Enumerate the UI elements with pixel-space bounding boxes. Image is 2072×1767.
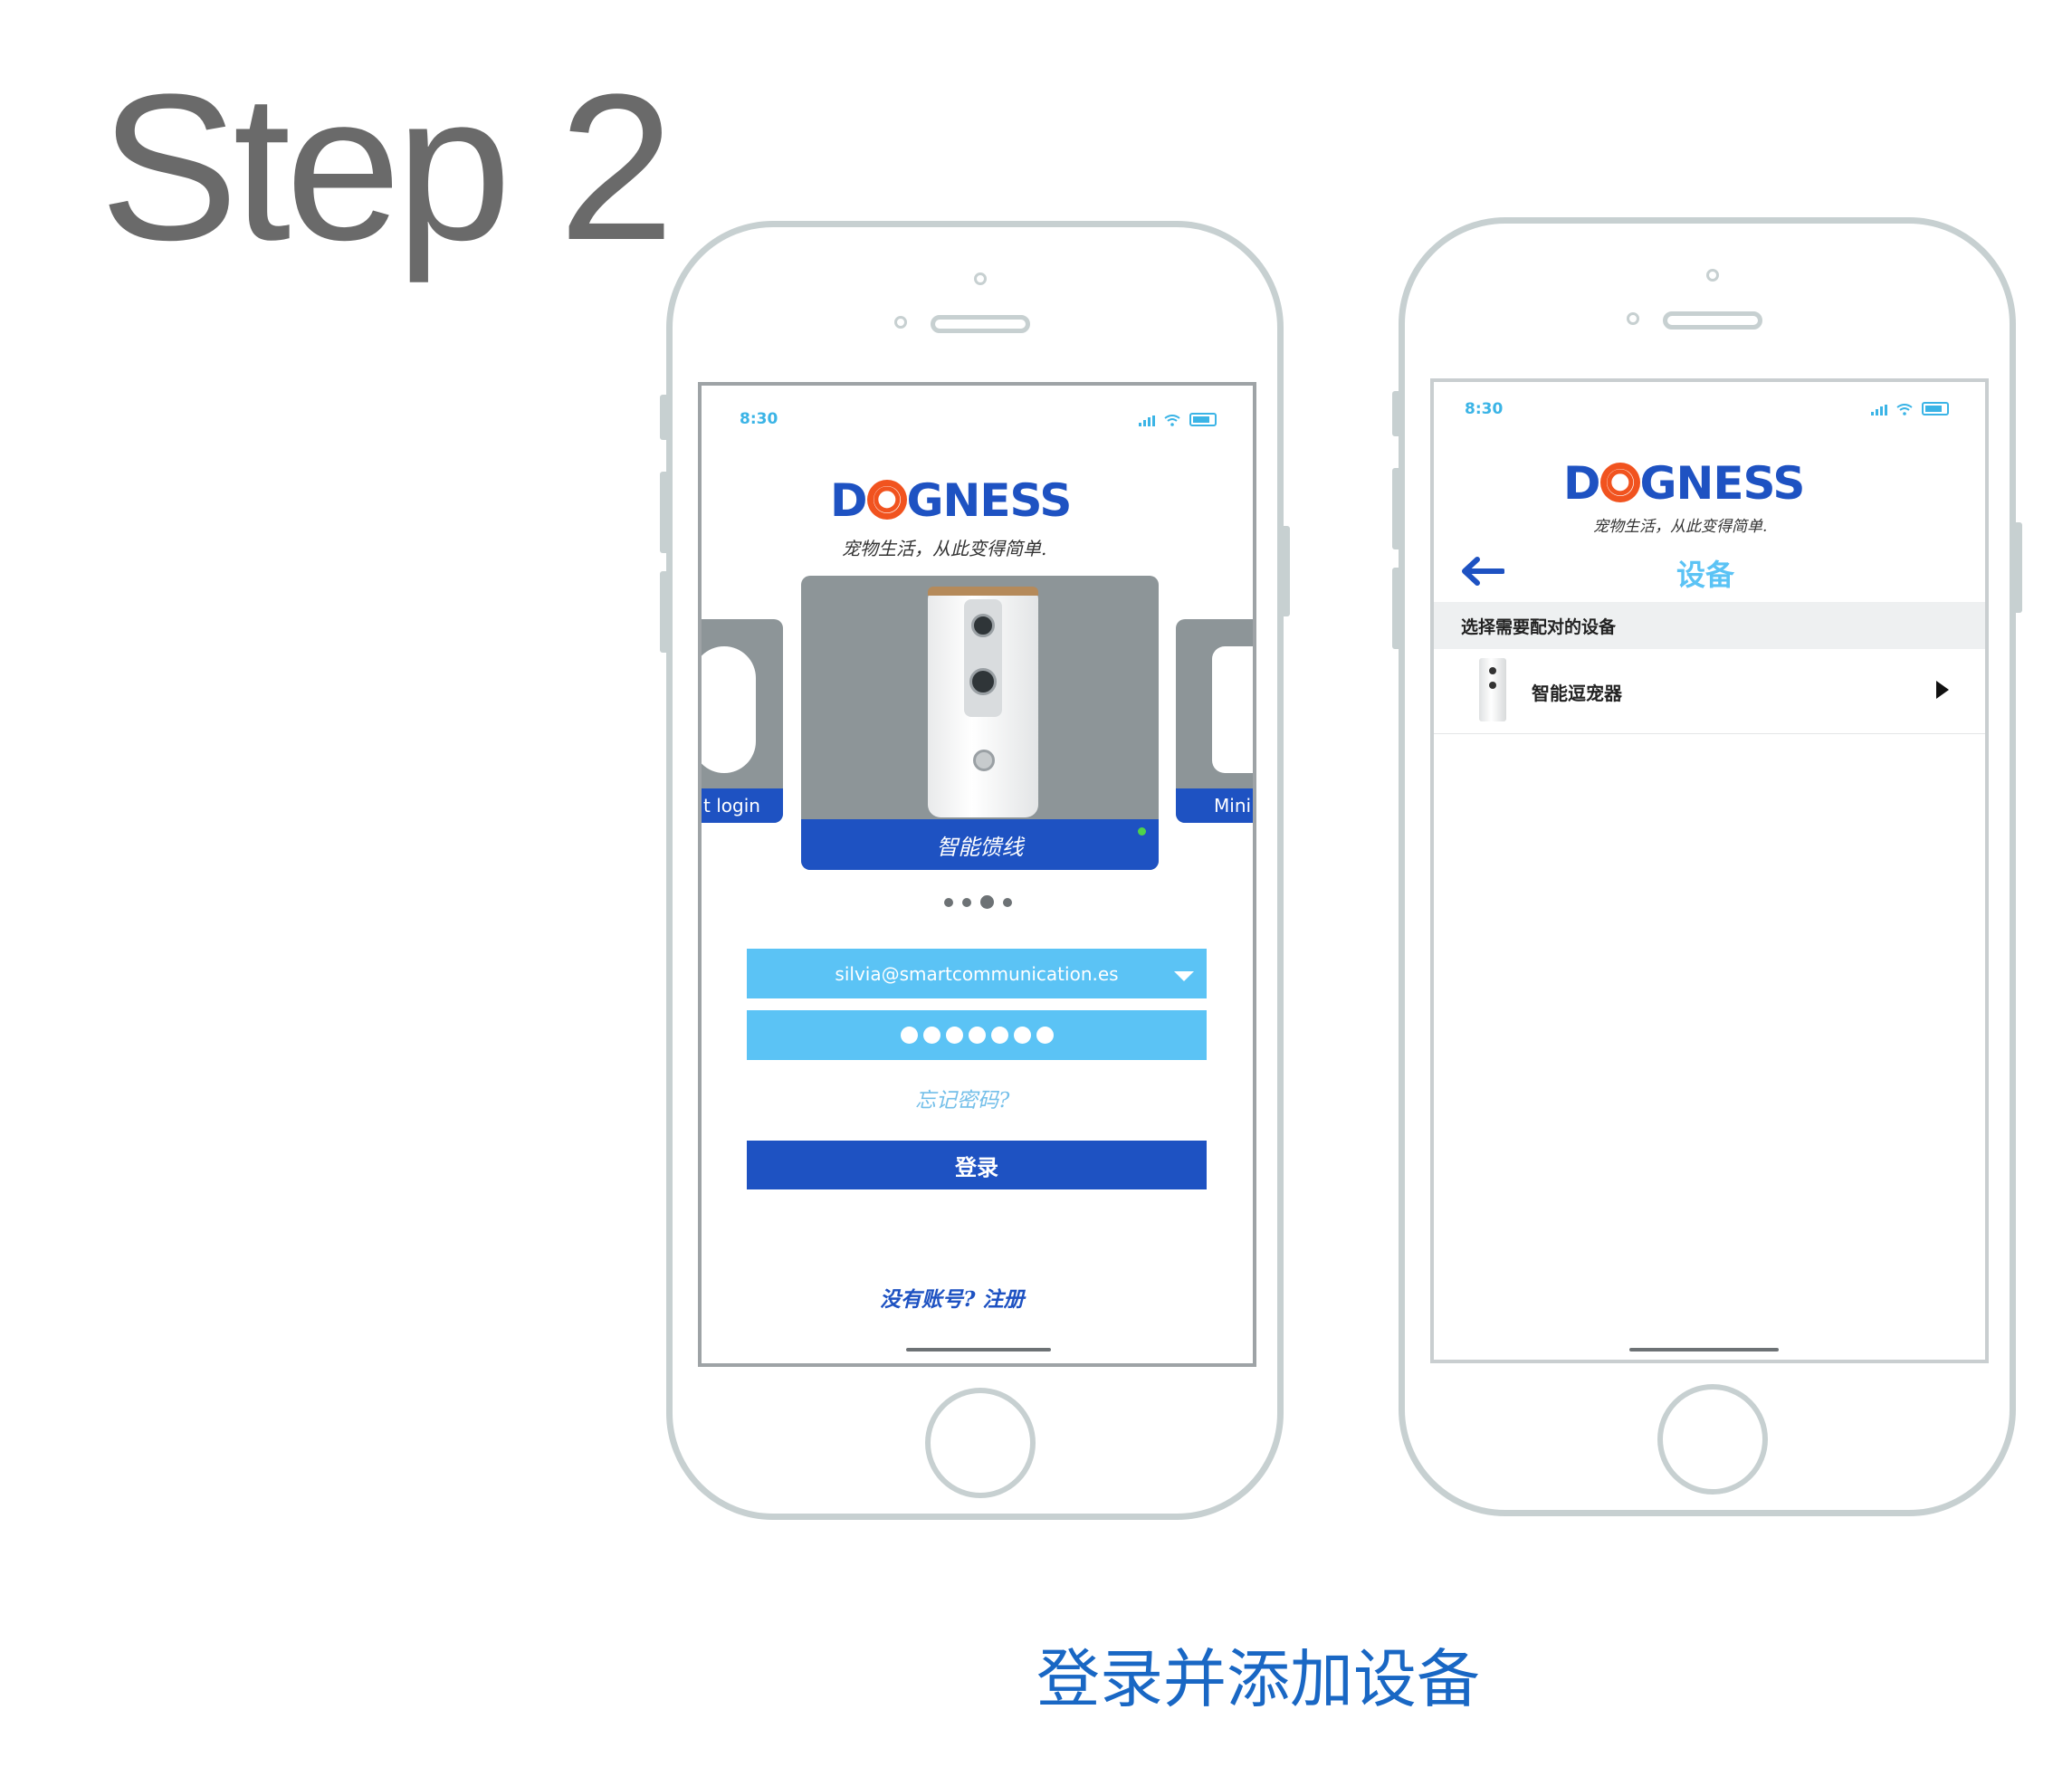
side-button [1392, 391, 1401, 436]
carousel-label-left: t login [702, 788, 783, 823]
chevron-down-icon[interactable] [1174, 971, 1194, 981]
home-indicator [906, 1348, 1051, 1352]
robot-image [702, 646, 756, 773]
thumbnail-lens [1489, 667, 1496, 674]
slogan: 宠物生活，从此变得简单. [842, 538, 1047, 559]
page-dot-active[interactable] [980, 895, 994, 909]
page-title: 设备 [1676, 558, 1735, 592]
button-dot [973, 750, 995, 771]
battery-icon [1922, 402, 1949, 415]
wifi-icon [1896, 404, 1913, 415]
home-button[interactable] [1657, 1384, 1768, 1495]
carousel-label-right: Mini [1176, 788, 1253, 823]
caption: 登录并添加设备 [1036, 1642, 1480, 1716]
wifi-icon [1164, 415, 1180, 426]
login-button[interactable]: 登录 [747, 1141, 1207, 1189]
power-button [2013, 522, 2022, 613]
volume-down-button [1392, 568, 1401, 649]
earpiece-speaker [1663, 311, 1762, 330]
status-icons [1871, 402, 1949, 415]
status-time: 8:30 [1465, 400, 1504, 418]
sensor [894, 316, 907, 329]
carousel-card-right[interactable]: Mini [1176, 619, 1253, 823]
login-screen: 8:30 D GNESS 宠物生活，从此变得简单. t login 智能馈线 M… [698, 382, 1256, 1367]
treat-dispenser-image [928, 587, 1038, 817]
camera-lens [971, 614, 995, 637]
home-indicator [1629, 1348, 1779, 1352]
volume-down-button [660, 571, 669, 653]
power-button [1281, 526, 1290, 616]
dogness-logo: D GNESS [830, 474, 1072, 527]
section-header: 选择需要配对的设备 [1434, 602, 1985, 649]
phone-frame-login: 8:30 D GNESS 宠物生活，从此变得简单. t login 智能馈线 M… [660, 221, 1290, 1520]
carousel-label-center: 智能馈线 [801, 819, 1159, 870]
battery-icon [1189, 413, 1217, 426]
page-dot[interactable] [944, 897, 953, 907]
thumbnail-lens [1489, 682, 1496, 689]
volume-up-button [1392, 468, 1401, 549]
password-field[interactable] [747, 1010, 1207, 1060]
volume-up-button [660, 472, 669, 553]
status-time: 8:30 [740, 410, 778, 428]
sensor [1627, 312, 1639, 325]
device-name: 智能逗宠器 [1532, 683, 1622, 704]
logo-o-icon [866, 480, 907, 520]
email-field[interactable]: silvia@smartcommunication.es [747, 949, 1207, 998]
front-camera [974, 272, 987, 285]
email-value: silvia@smartcommunication.es [835, 962, 1119, 985]
carousel-pagination[interactable] [944, 895, 1012, 909]
register-link[interactable]: 没有账号? 注册 [880, 1282, 1024, 1313]
carousel-card-center[interactable]: 智能馈线 [801, 576, 1159, 870]
online-indicator [1138, 827, 1146, 836]
dogness-logo: D GNESS [1563, 457, 1805, 510]
device-screen: 8:30 D GNESS 宠物生活，从此变得简单. 设备 选择需要配对的设备 智能… [1430, 378, 1989, 1363]
front-camera [1706, 269, 1719, 282]
status-icons [1139, 413, 1217, 426]
signal-icon [1139, 415, 1155, 426]
back-arrow-icon[interactable] [1461, 556, 1504, 587]
forgot-password-link[interactable]: 忘记密码? [915, 1083, 1009, 1113]
device-top [928, 587, 1038, 596]
chevron-right-icon[interactable] [1936, 681, 1949, 699]
signal-icon [1871, 405, 1887, 415]
phone-frame-devices: 8:30 D GNESS 宠物生活，从此变得简单. 设备 选择需要配对的设备 智能… [1392, 217, 2022, 1516]
home-button[interactable] [925, 1388, 1036, 1498]
side-button [660, 395, 669, 440]
password-mask [900, 1027, 1054, 1044]
page-dot[interactable] [962, 897, 971, 907]
page-dot[interactable] [1003, 897, 1012, 907]
earpiece-speaker [931, 315, 1030, 333]
device-list-item[interactable]: 智能逗宠器 [1434, 649, 1985, 734]
speaker-grille [969, 668, 997, 695]
device-thumbnail [1479, 658, 1506, 721]
mini-device-image [1212, 646, 1253, 773]
carousel-card-left[interactable]: t login [702, 619, 783, 823]
slogan: 宠物生活，从此变得简单. [1593, 518, 1768, 536]
logo-o-icon [1599, 463, 1640, 502]
step-title: Step 2 [100, 51, 674, 283]
